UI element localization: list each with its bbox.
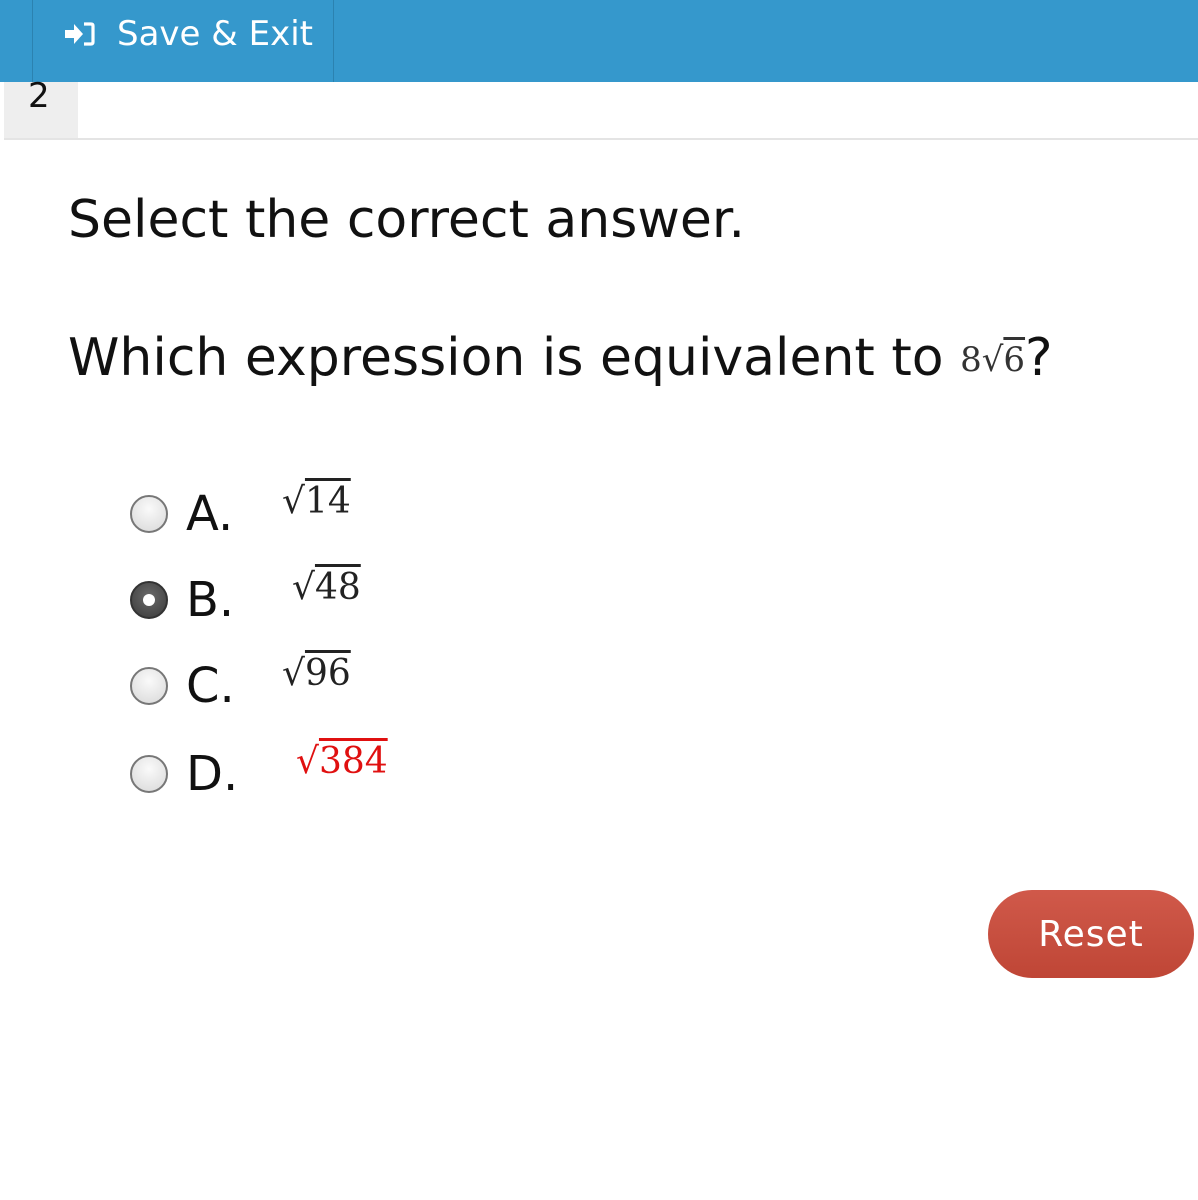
option-letter: A.	[186, 486, 234, 542]
option-radicand: 384	[318, 740, 388, 782]
radical-symbol: √	[282, 480, 305, 522]
question-text: Which expression is equivalent to 8√6?	[68, 328, 1053, 388]
option-radicand: 96	[304, 652, 351, 694]
option-expression: √384	[296, 741, 388, 782]
radio-button-selected[interactable]	[130, 581, 168, 619]
save-exit-button[interactable]: Save & Exit	[32, 0, 334, 82]
option-expression: √48	[292, 567, 361, 608]
option-letter: C.	[186, 658, 235, 714]
question-prompt: Which expression is equivalent to	[68, 328, 961, 388]
expression-radicand: 6	[1003, 340, 1026, 380]
option-letter: D.	[186, 746, 239, 802]
option-d[interactable]: D. √384	[130, 741, 388, 804]
radical-symbol: √	[296, 740, 319, 782]
radical-symbol: √	[981, 340, 1004, 380]
question-number: 2	[4, 79, 78, 138]
top-bar: Save & Exit	[0, 0, 1198, 82]
option-radicand: 14	[304, 480, 351, 522]
option-b[interactable]: B. √48	[130, 567, 361, 630]
option-letter: B.	[186, 572, 235, 628]
reset-button[interactable]: Reset	[988, 890, 1194, 978]
question-number-bar: 2	[4, 79, 1198, 140]
radical-symbol: √	[282, 652, 305, 694]
radio-button[interactable]	[130, 495, 168, 533]
option-a[interactable]: A. √14	[130, 481, 351, 544]
expression-coefficient: 8	[960, 340, 982, 380]
radical-symbol: √	[292, 566, 315, 608]
radio-button[interactable]	[130, 667, 168, 705]
sign-in-arrow-icon	[65, 22, 95, 46]
option-radicand: 48	[314, 566, 361, 608]
question-mark: ?	[1025, 328, 1053, 388]
save-exit-label: Save & Exit	[117, 14, 313, 54]
question-expression: 8√6	[960, 340, 1025, 380]
option-expression: √96	[282, 653, 351, 694]
option-expression: √14	[282, 481, 351, 522]
radio-button[interactable]	[130, 755, 168, 793]
instruction-text: Select the correct answer.	[68, 190, 745, 250]
option-c[interactable]: C. √96	[130, 653, 351, 716]
